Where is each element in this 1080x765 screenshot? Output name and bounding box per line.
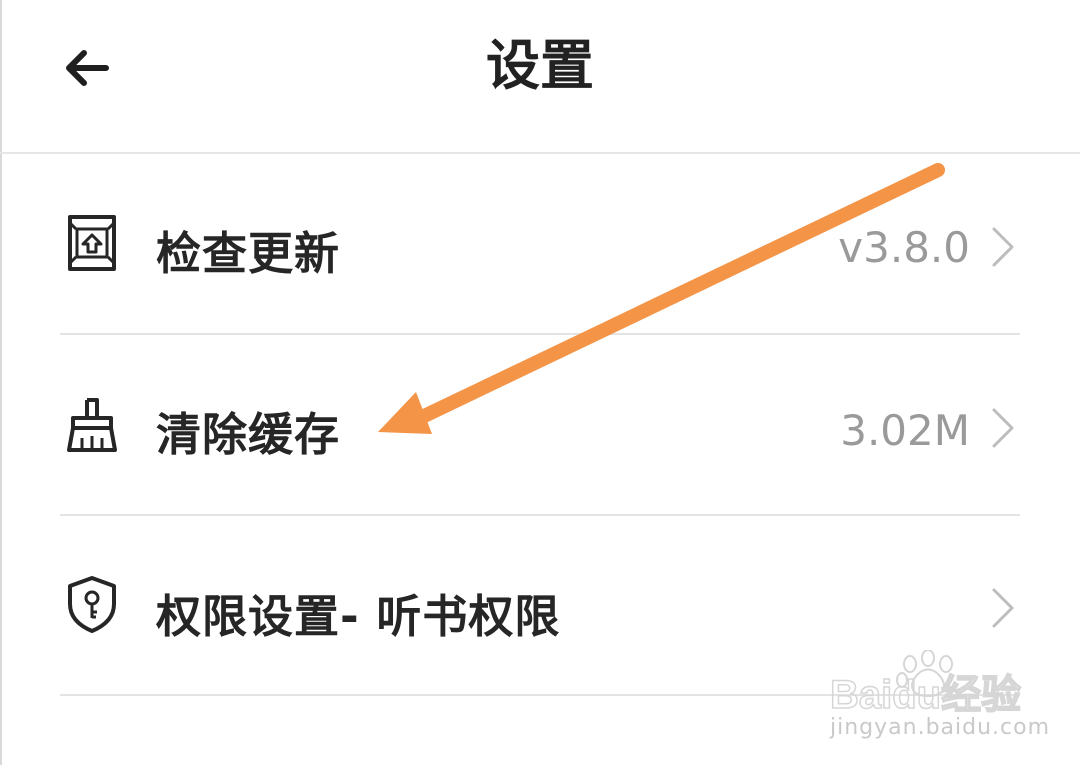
update-icon [68, 215, 116, 271]
watermark-url: jingyan.baidu.com [830, 715, 1051, 740]
version-value: v3.8.0 [838, 223, 970, 272]
settings-screen: 设置 检查更新 v3.8.0 清除缓存 3.02M 权限设置- 听书权限 Bai… [0, 0, 1080, 765]
shield-key-icon [68, 576, 116, 633]
settings-item-label: 权限设置- 听书权限 [156, 590, 561, 643]
chevron-right-icon [992, 227, 1014, 267]
cache-size-value: 3.02M [840, 406, 970, 455]
settings-item-check-update[interactable]: 检查更新 v3.8.0 [60, 165, 1020, 325]
header-divider [0, 152, 1080, 154]
row-divider [60, 694, 1020, 696]
row-divider [60, 514, 1020, 516]
settings-item-clear-cache[interactable]: 清除缓存 3.02M [60, 346, 1020, 506]
chevron-right-icon [992, 588, 1014, 628]
chevron-right-icon [992, 408, 1014, 448]
header-bar: 设置 [0, 0, 1080, 152]
settings-item-label: 清除缓存 [156, 408, 341, 461]
page-title: 设置 [486, 34, 594, 97]
settings-item-permissions[interactable]: 权限设置- 听书权限 [60, 526, 1020, 686]
broom-icon [67, 398, 117, 452]
settings-item-label: 检查更新 [156, 227, 341, 280]
row-divider [60, 333, 1020, 335]
